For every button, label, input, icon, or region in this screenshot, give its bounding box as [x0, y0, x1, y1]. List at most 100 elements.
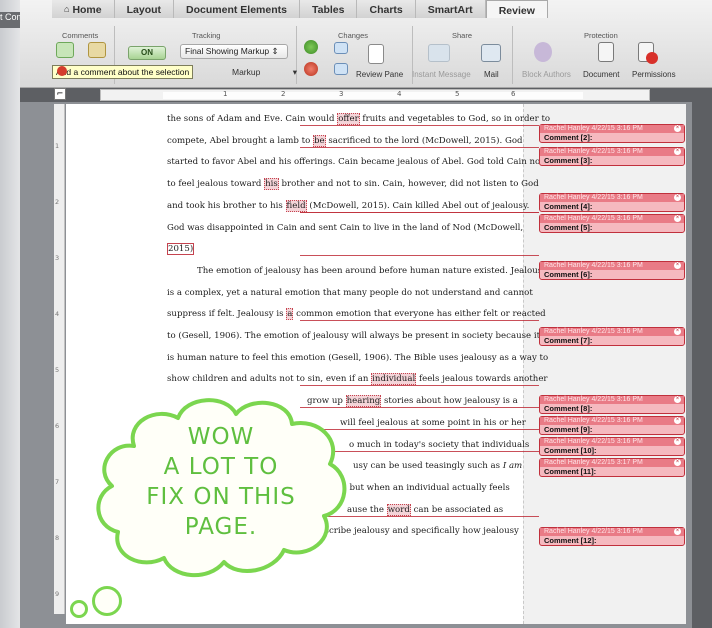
- comment-balloon[interactable]: Rachel Hanley 4/22/15 3:16 PM × Comment [4…: [539, 193, 685, 212]
- mail-icon[interactable]: [481, 44, 501, 62]
- close-comment-icon[interactable]: ×: [674, 125, 681, 132]
- comment-balloon[interactable]: Rachel Hanley 4/22/15 3:16 PM × Comment [1…: [539, 437, 685, 456]
- document-line[interactable]: is human nature to feel this emotion (Ge…: [167, 353, 548, 363]
- document-line[interactable]: ause the word can be associated as: [347, 503, 503, 516]
- tab-home[interactable]: ⌂ Home: [52, 0, 115, 18]
- review-pane-button[interactable]: Review Pane: [356, 70, 403, 79]
- document-line[interactable]: the sons of Adam and Eve. Cain would off…: [167, 113, 550, 125]
- mail-button[interactable]: Mail: [484, 70, 499, 79]
- comment-connector: [300, 146, 539, 148]
- document-line[interactable]: show children and adults not to sin, eve…: [167, 373, 548, 386]
- document-line[interactable]: and took his brother to his field (McDow…: [167, 199, 529, 212]
- tab-label: Layout: [126, 4, 162, 16]
- document-line[interactable]: to (Gesell, 1906). The emotion of jealou…: [167, 331, 540, 341]
- tab-label: Home: [72, 4, 102, 16]
- comment-connector: [300, 125, 539, 126]
- tab-layout[interactable]: Layout: [114, 0, 175, 18]
- markup-option-select[interactable]: Markup ▾: [232, 67, 297, 78]
- comment-folder-icon[interactable]: [88, 42, 106, 58]
- close-comment-icon[interactable]: ×: [674, 459, 681, 466]
- annotation-line: PAGE.: [184, 514, 258, 540]
- reject-change-icon[interactable]: [304, 62, 318, 76]
- comment-author: Rachel Hanley 4/22/15 3:16 PM: [544, 438, 643, 445]
- tab-tables[interactable]: Tables: [300, 0, 358, 18]
- tab-charts[interactable]: Charts: [357, 0, 416, 18]
- comment-balloon[interactable]: Rachel Hanley 4/22/15 3:16 PM × Comment [2…: [539, 124, 685, 143]
- comment-balloon[interactable]: Rachel Hanley 4/22/15 3:16 PM × Comment [1…: [539, 527, 685, 546]
- accept-change-icon[interactable]: [304, 40, 318, 54]
- tab-label: SmartArt: [427, 4, 473, 16]
- document-line[interactable]: , but when an individual actually feels: [344, 483, 510, 493]
- thought-bubble-large: [92, 586, 122, 616]
- block-authors-button[interactable]: Block Authors: [522, 70, 571, 79]
- thought-cloud-annotation: WOW A LOT TO FIX ON THIS PAGE.: [86, 392, 354, 590]
- close-comment-icon[interactable]: ×: [674, 148, 681, 155]
- text-run: the sons of Adam and Eve. Cain would: [167, 114, 338, 124]
- commented-text: individual: [371, 373, 417, 386]
- comment-balloon[interactable]: Rachel Hanley 4/22/15 3:16 PM × Comment [5…: [539, 214, 685, 233]
- track-changes-toggle[interactable]: ON: [128, 46, 166, 60]
- close-comment-icon[interactable]: ×: [674, 194, 681, 201]
- document-protection-button[interactable]: Document: [583, 70, 619, 79]
- ruler-number: 1: [223, 90, 228, 98]
- home-icon: ⌂: [64, 4, 70, 14]
- close-comment-icon[interactable]: ×: [674, 438, 681, 445]
- close-comment-icon[interactable]: ×: [674, 417, 681, 424]
- text-run: sacrificed to the lord (McDowell, 2015).…: [325, 135, 523, 146]
- instant-message-button[interactable]: Instant Message: [412, 70, 471, 79]
- comment-balloon[interactable]: Rachel Hanley 4/22/15 3:16 PM × Comment [3…: [539, 147, 685, 166]
- document-line[interactable]: will feel jealous at some point in his o…: [340, 418, 526, 428]
- comment-balloon[interactable]: Rachel Hanley 4/22/15 3:17 PM × Comment [1…: [539, 458, 685, 477]
- close-comment-icon[interactable]: ×: [674, 396, 681, 403]
- comment-balloon[interactable]: Rachel Hanley 4/22/15 3:16 PM × Comment [7…: [539, 327, 685, 346]
- close-comment-icon[interactable]: ×: [674, 215, 681, 222]
- comment-balloon[interactable]: Rachel Hanley 4/22/15 3:16 PM × Comment [8…: [539, 395, 685, 414]
- document-line[interactable]: usy can be used teasingly such as I am: [353, 461, 522, 471]
- comment-author: Rachel Hanley 4/22/15 3:16 PM: [544, 262, 643, 269]
- delete-comment-icon[interactable]: [57, 66, 67, 76]
- tab-smartart[interactable]: SmartArt: [415, 0, 486, 18]
- vruler-number: 2: [55, 198, 60, 206]
- comment-label: Comment [4]:: [544, 202, 593, 211]
- document-lock-icon[interactable]: [598, 42, 614, 62]
- tab-review[interactable]: Review: [485, 0, 548, 18]
- review-pane-icon[interactable]: [368, 44, 384, 64]
- close-comment-icon[interactable]: ×: [674, 528, 681, 535]
- ruler-number: 2: [281, 90, 286, 98]
- document-line[interactable]: The emotion of jealousy has been around …: [197, 266, 547, 276]
- previous-change-icon[interactable]: [334, 42, 348, 54]
- tooltip: Add a comment about the selection: [52, 65, 194, 79]
- vertical-ruler[interactable]: 1 2 3 4 5 6 7 8 9: [54, 104, 65, 614]
- comment-header: Rachel Hanley 4/22/15 3:16 PM ×: [540, 438, 684, 446]
- background-window-edge: t Comm: [0, 0, 20, 628]
- close-comment-icon[interactable]: ×: [674, 328, 681, 335]
- tab-document-elements[interactable]: Document Elements: [174, 0, 300, 18]
- document-line[interactable]: o much in today's society that individua…: [349, 440, 529, 450]
- block-authors-icon[interactable]: [534, 42, 552, 62]
- annotation-text: WOW A LOT TO FIX ON THIS PAGE.: [116, 422, 326, 542]
- document-line[interactable]: 2015): [167, 243, 195, 256]
- comment-label: Comment [12]:: [544, 536, 597, 545]
- comment-author: Rachel Hanley 4/22/15 3:16 PM: [544, 215, 643, 222]
- new-comment-icon[interactable]: [56, 42, 74, 58]
- document-line[interactable]: God was disappointed in Cain and sent Ca…: [167, 223, 523, 233]
- text-run: feels jealous towards another: [416, 374, 548, 385]
- document-line[interactable]: suppress if felt. Jealousy is a common e…: [167, 308, 546, 321]
- vruler-number: 6: [55, 422, 60, 430]
- document-line[interactable]: compete, Abel brought a lamb to be sacri…: [167, 134, 523, 147]
- comment-balloon[interactable]: Rachel Hanley 4/22/15 3:16 PM × Comment [9…: [539, 416, 685, 435]
- tab-stop-selector-icon[interactable]: ⌐: [54, 88, 66, 100]
- document-line[interactable]: to feel jealous toward his brother and n…: [167, 178, 539, 191]
- next-change-icon[interactable]: [334, 63, 348, 75]
- vruler-number: 7: [55, 478, 60, 486]
- horizontal-ruler[interactable]: 1 2 3 4 5 6: [100, 89, 650, 101]
- group-label-share: Share: [452, 31, 473, 40]
- document-line[interactable]: started to favor Abel and his offerings.…: [167, 157, 544, 167]
- markup-view-select[interactable]: Final Showing Markup ⇕: [180, 44, 288, 59]
- tab-label: Review: [498, 5, 535, 17]
- close-comment-icon[interactable]: ×: [674, 262, 681, 269]
- document-line[interactable]: is a complex, yet a natural emotion that…: [167, 288, 533, 298]
- ruler-number: 4: [397, 90, 402, 98]
- comment-balloon[interactable]: Rachel Hanley 4/22/15 3:16 PM × Comment [6…: [539, 261, 685, 280]
- permissions-button[interactable]: Permissions: [632, 70, 676, 79]
